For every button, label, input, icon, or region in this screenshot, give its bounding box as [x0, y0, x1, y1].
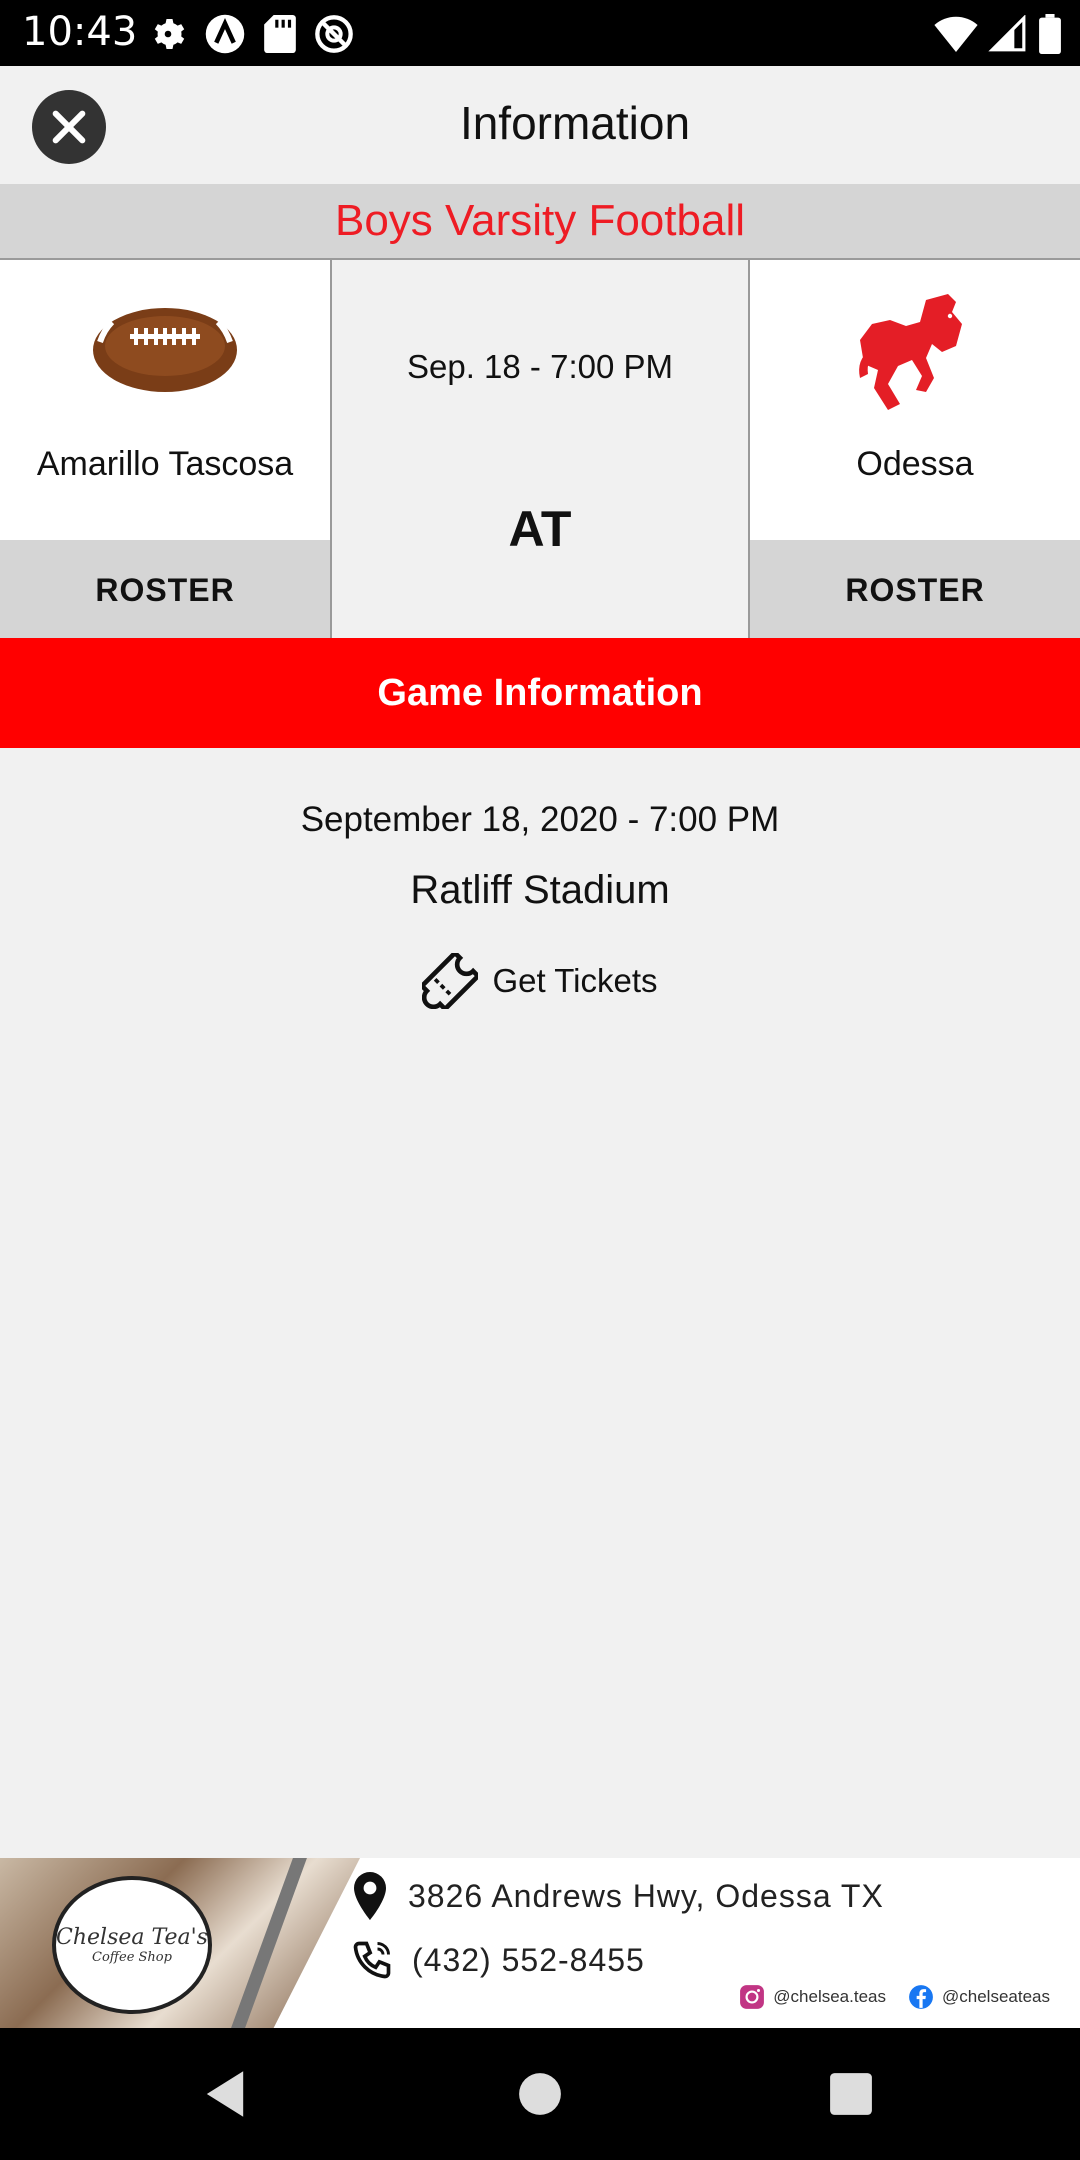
ad-phone: (432) 552-8455	[412, 1941, 645, 1978]
sd-card-icon	[264, 15, 296, 53]
status-notification-icons	[150, 12, 354, 56]
home-team: Amarillo Tascosa ROSTER	[0, 260, 330, 640]
versus-label: AT	[508, 501, 572, 557]
battery-icon	[1039, 14, 1061, 54]
ad-instagram-handle: @chelsea.teas	[773, 1987, 886, 2006]
game-date-short: Sep. 18 - 7:00 PM	[407, 348, 673, 385]
back-icon	[206, 2071, 244, 2117]
away-team-name: Odessa	[856, 445, 974, 483]
home-icon	[519, 2073, 561, 2115]
status-system-icons	[934, 12, 1062, 56]
recents-button[interactable]	[821, 2064, 881, 2124]
ad-social-links: @chelsea.teas @chelseateas	[739, 1984, 1050, 2010]
recents-icon	[830, 2073, 872, 2115]
sponsor-logo: Chelsea Tea's Coffee Shop	[52, 1876, 212, 2014]
system-nav-bar	[0, 2028, 1080, 2160]
back-button[interactable]	[195, 2064, 255, 2124]
gear-icon	[154, 19, 185, 49]
game-information-bar: Game Information	[0, 638, 1080, 748]
sponsor-logo-subtext: Coffee Shop	[92, 1950, 172, 1965]
arc-icon	[205, 14, 245, 54]
home-team-logo	[0, 300, 330, 420]
football-icon	[93, 308, 237, 392]
home-roster-button[interactable]: ROSTER	[0, 540, 330, 640]
page-title: Information	[459, 97, 691, 149]
wifi-icon	[934, 16, 978, 52]
ad-phone-row: (432) 552-8455	[350, 1938, 645, 1982]
instagram-icon	[740, 1985, 765, 2009]
facebook-icon	[909, 1985, 933, 2009]
sport-banner: Boys Varsity Football	[0, 184, 1080, 258]
away-team: Odessa ROSTER	[750, 260, 1080, 640]
bronco-icon	[859, 294, 962, 410]
status-time: 10:43	[22, 9, 138, 55]
phone-icon	[353, 1941, 391, 1979]
home-button[interactable]	[510, 2064, 570, 2124]
status-bar: 10:43	[0, 0, 1080, 66]
sponsor-ad-banner[interactable]: Chelsea Tea's Coffee Shop 3826 Andrews H…	[0, 1858, 1080, 2028]
game-summary: Sep. 18 - 7:00 PM AT	[330, 260, 750, 640]
home-team-name: Amarillo Tascosa	[36, 445, 294, 483]
no-disturb-icon	[315, 15, 353, 53]
get-tickets-label: Get Tickets	[492, 962, 658, 999]
sponsor-logo-text: Chelsea Tea's	[56, 1925, 208, 1950]
ticket-icon	[422, 953, 479, 1009]
game-date-full: September 18, 2020 - 7:00 PM	[300, 800, 780, 839]
get-tickets-link[interactable]: Get Tickets	[0, 953, 1080, 1009]
location-pin-icon	[354, 1872, 386, 1920]
ad-address-row: 3826 Andrews Hwy, Odessa TX	[350, 1872, 884, 1920]
ad-address: 3826 Andrews Hwy, Odessa TX	[408, 1877, 884, 1914]
away-roster-button[interactable]: ROSTER	[750, 540, 1080, 640]
away-team-logo	[750, 290, 1080, 430]
game-information-title: Game Information	[377, 672, 703, 714]
sport-title: Boys Varsity Football	[334, 196, 745, 245]
ad-facebook-handle: @chelseateas	[942, 1987, 1050, 2006]
game-venue: Ratliff Stadium	[410, 868, 670, 912]
matchup-card: Amarillo Tascosa ROSTER Sep. 18 - 7:00 P…	[0, 258, 1080, 640]
app-header: Information	[0, 66, 1080, 184]
signal-icon	[988, 15, 1026, 52]
